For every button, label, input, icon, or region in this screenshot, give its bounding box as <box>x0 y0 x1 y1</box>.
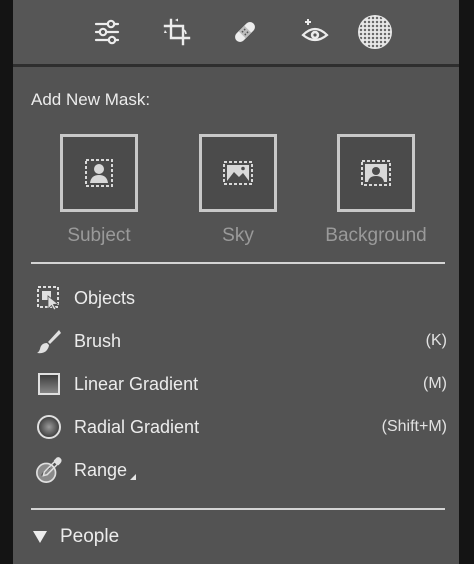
objects-tool-row[interactable]: Objects <box>35 281 447 315</box>
linear-gradient-tool-row[interactable]: Linear Gradient (M) <box>35 367 447 401</box>
linear-gradient-icon <box>35 370 63 398</box>
masking-tool-button[interactable] <box>355 12 395 52</box>
radial-gradient-label: Radial Gradient <box>74 416 200 437</box>
range-eyedropper-icon <box>35 456 63 484</box>
objects-icon <box>35 284 63 312</box>
section-divider <box>31 262 445 264</box>
crop-icon <box>163 18 191 46</box>
sky-mask-button[interactable] <box>199 134 277 212</box>
linear-gradient-shortcut: (M) <box>423 375 447 392</box>
background-icon <box>361 160 391 186</box>
people-label: People <box>60 526 120 547</box>
radial-gradient-shortcut: (Shift+M) <box>381 418 447 435</box>
sliders-icon <box>94 19 120 45</box>
add-new-mask-title: Add New Mask: <box>31 90 151 109</box>
brush-icon <box>35 327 63 355</box>
masking-panel: Add New Mask: Subject Sky Background Obj… <box>13 0 459 564</box>
sky-mask-label: Sky <box>222 225 254 246</box>
objects-label: Objects <box>74 287 136 308</box>
red-eye-tool-button[interactable] <box>295 12 335 52</box>
healing-tool-button[interactable] <box>225 12 265 52</box>
red-eye-icon <box>301 19 329 42</box>
masking-icon <box>359 16 391 48</box>
disclosure-triangle-icon[interactable] <box>33 531 47 543</box>
right-frame-edge <box>459 0 474 564</box>
radial-gradient-tool-row[interactable]: Radial Gradient (Shift+M) <box>35 410 447 444</box>
range-label: Range <box>74 460 137 481</box>
sky-landscape-icon <box>223 161 253 185</box>
linear-gradient-label: Linear Gradient <box>74 373 199 394</box>
left-frame-edge <box>0 0 13 564</box>
range-tool-row[interactable]: Range <box>35 453 447 487</box>
bandage-icon <box>235 22 255 42</box>
edit-tool-button[interactable] <box>87 12 127 52</box>
range-dropdown-caret-icon[interactable] <box>130 473 137 480</box>
tool-strip <box>13 0 459 67</box>
crop-tool-button[interactable] <box>157 12 197 52</box>
subject-mask-label: Subject <box>67 225 131 246</box>
section-divider <box>31 508 445 510</box>
brush-shortcut: (K) <box>425 332 447 349</box>
subject-person-icon <box>85 159 113 187</box>
brush-label: Brush <box>74 330 122 351</box>
radial-gradient-icon <box>35 413 63 441</box>
brush-tool-row[interactable]: Brush (K) <box>35 324 447 358</box>
people-section-header[interactable]: People <box>33 522 119 552</box>
background-mask-button[interactable] <box>337 134 415 212</box>
subject-mask-button[interactable] <box>60 134 138 212</box>
background-mask-label: Background <box>325 225 427 246</box>
